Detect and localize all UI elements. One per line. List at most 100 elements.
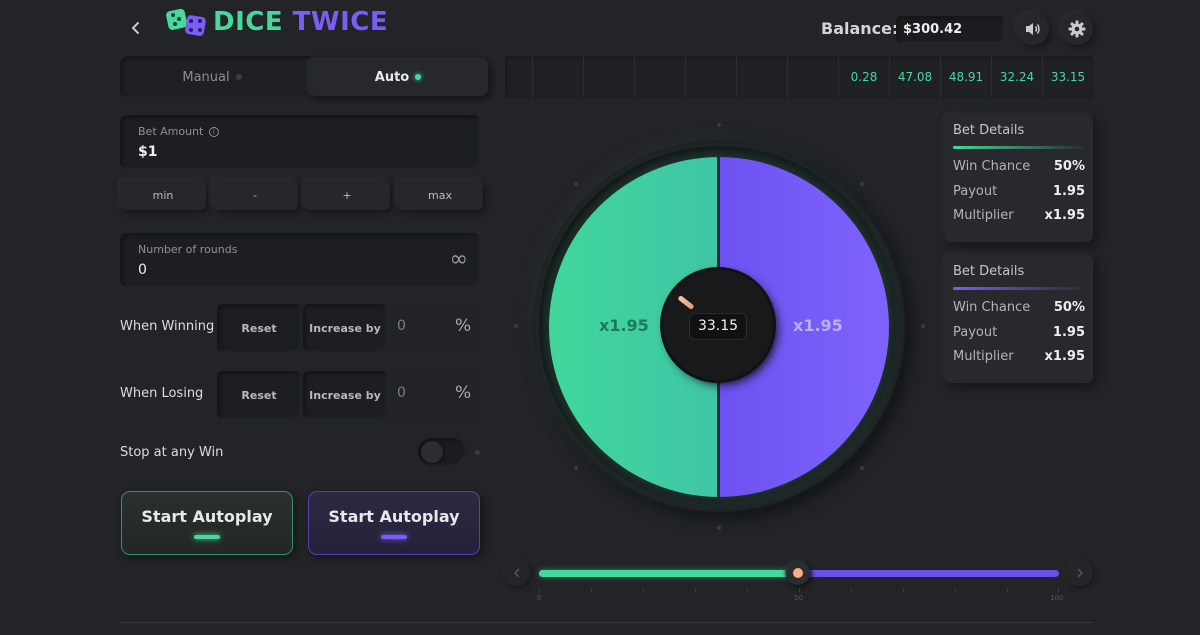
- slider-scale-tick: [1058, 588, 1059, 592]
- footer-divider: [120, 622, 1094, 623]
- win-chance-row: Win Chance 50%: [953, 159, 1085, 184]
- history-item: 32.24: [991, 56, 1042, 98]
- chevron-left-icon: [513, 568, 520, 578]
- bet-details-purple: Bet Details Win Chance 50% Payout 1.95 M…: [945, 255, 1093, 383]
- bet-amount-value[interactable]: $1: [138, 144, 157, 160]
- mode-tabs: Manual Auto: [120, 56, 490, 98]
- history-empty-slot: [634, 56, 685, 98]
- losing-percent-unit: %: [455, 383, 472, 403]
- multiplier-row: Multiplier x1.95: [953, 208, 1085, 233]
- when-losing-control: Reset Increase by 0 %: [217, 370, 479, 420]
- payout-row: Payout 1.95: [953, 325, 1085, 350]
- multiplier-value: x1.95: [1044, 208, 1085, 223]
- when-losing-label: When Losing: [120, 386, 204, 401]
- winning-reset-button[interactable]: Reset: [217, 304, 301, 352]
- wheel-tick: [574, 182, 578, 186]
- bet-details-divider: [953, 287, 1085, 290]
- history-empty-slot: [583, 56, 634, 98]
- gear-icon: [1068, 20, 1086, 38]
- wheel-right-multiplier: x1.95: [793, 316, 843, 335]
- win-chance-label: Win Chance: [953, 300, 1031, 315]
- tab-auto-label: Auto: [374, 69, 410, 85]
- bet-details-title: Bet Details: [953, 123, 1025, 138]
- wheel-tick: [514, 324, 518, 328]
- toggle-indicator: [475, 450, 480, 455]
- start-autoplay-purple-label: Start Autoplay: [328, 507, 460, 526]
- balance-value: $300.42: [896, 16, 1004, 43]
- wheel-tick: [574, 466, 578, 470]
- back-button[interactable]: [122, 14, 150, 42]
- settings-button[interactable]: [1061, 13, 1093, 45]
- winning-percent-unit: %: [455, 316, 472, 336]
- payout-value: 1.95: [1052, 324, 1085, 340]
- slider-handle[interactable]: [786, 561, 810, 585]
- rounds-value[interactable]: 0: [138, 262, 147, 278]
- slider-scale-tick: [851, 588, 852, 592]
- losing-increase-input[interactable]: 0: [397, 385, 406, 401]
- bet-details-divider: [953, 146, 1085, 149]
- results-history: 0.28 47.08 48.91 32.24 33.15: [505, 56, 1093, 98]
- slider-scale-tick: [955, 588, 956, 592]
- increase-button[interactable]: +: [304, 180, 390, 210]
- logo: DICE TWICE: [165, 5, 388, 39]
- slider-scale-tick: [799, 588, 800, 592]
- payout-label: Payout: [953, 324, 998, 340]
- history-item: 0.28: [838, 56, 889, 98]
- history-empty-slot: [736, 56, 787, 98]
- decrease-button[interactable]: -: [212, 180, 298, 210]
- tab-auto-indicator: [415, 74, 422, 80]
- multiplier-row: Multiplier x1.95: [953, 349, 1085, 374]
- slider-right-button[interactable]: [1067, 560, 1093, 586]
- history-empty-slot: [685, 56, 736, 98]
- wheel-tick: [717, 123, 721, 127]
- info-icon[interactable]: i: [208, 127, 219, 137]
- multiplier-label: Multiplier: [953, 208, 1014, 223]
- winning-increase-input[interactable]: 0: [397, 318, 406, 334]
- wheel-tick: [717, 526, 721, 530]
- bet-amount-field[interactable]: Bet Amount i $1: [120, 115, 480, 169]
- stop-at-win-label: Stop at any Win: [120, 445, 224, 460]
- history-item: 48.91: [940, 56, 991, 98]
- tab-manual-label: Manual: [182, 69, 230, 85]
- winning-increase-button[interactable]: Increase by: [303, 304, 387, 352]
- stop-at-win-toggle[interactable]: [418, 438, 466, 466]
- title-part-dice: DICE: [213, 7, 284, 37]
- max-button[interactable]: max: [397, 180, 483, 210]
- tab-manual-indicator: [235, 74, 242, 80]
- infinity-icon[interactable]: ∞: [450, 247, 468, 272]
- slider-left-button[interactable]: [504, 560, 530, 586]
- history-item: 47.08: [889, 56, 940, 98]
- app-title: DICE TWICE: [213, 7, 388, 37]
- win-chance-value: 50%: [1053, 300, 1085, 315]
- rounds-label: Number of rounds: [138, 243, 238, 256]
- start-autoplay-green-button[interactable]: Start Autoplay: [121, 491, 293, 555]
- slider-mid-label: 50: [794, 594, 803, 602]
- toggle-knob: [421, 441, 443, 463]
- slider-scale-tick: [591, 588, 592, 592]
- losing-increase-button[interactable]: Increase by: [303, 371, 387, 419]
- history-empty-slot: [787, 56, 838, 98]
- bet-amount-label-text: Bet Amount: [138, 125, 204, 138]
- wheel-left-multiplier: x1.95: [599, 316, 649, 335]
- slider-scale-tick: [747, 588, 748, 592]
- history-item: 33.15: [1042, 56, 1093, 98]
- tab-manual[interactable]: Manual: [122, 58, 302, 96]
- slider-scale-tick: [1007, 588, 1008, 592]
- losing-reset-button[interactable]: Reset: [217, 371, 301, 419]
- purple-indicator-bar: [381, 535, 407, 539]
- multiplier-value: x1.95: [1044, 349, 1085, 364]
- chevron-left-icon: [131, 22, 139, 34]
- chevron-right-icon: [1077, 568, 1084, 578]
- rounds-field[interactable]: Number of rounds 0 ∞: [120, 233, 480, 287]
- slider-fill: [539, 570, 798, 577]
- bet-details-green: Bet Details Win Chance 50% Payout 1.95 M…: [945, 114, 1093, 242]
- win-chance-row: Win Chance 50%: [953, 300, 1085, 325]
- history-empty-slot: [532, 56, 583, 98]
- tab-auto[interactable]: Auto: [308, 58, 488, 96]
- balance-label: Balance:: [821, 19, 899, 38]
- wheel-tick: [921, 324, 925, 328]
- sound-button[interactable]: [1017, 13, 1049, 45]
- start-autoplay-purple-button[interactable]: Start Autoplay: [308, 491, 480, 555]
- when-winning-label: When Winning: [120, 319, 215, 334]
- min-button[interactable]: min: [120, 180, 206, 210]
